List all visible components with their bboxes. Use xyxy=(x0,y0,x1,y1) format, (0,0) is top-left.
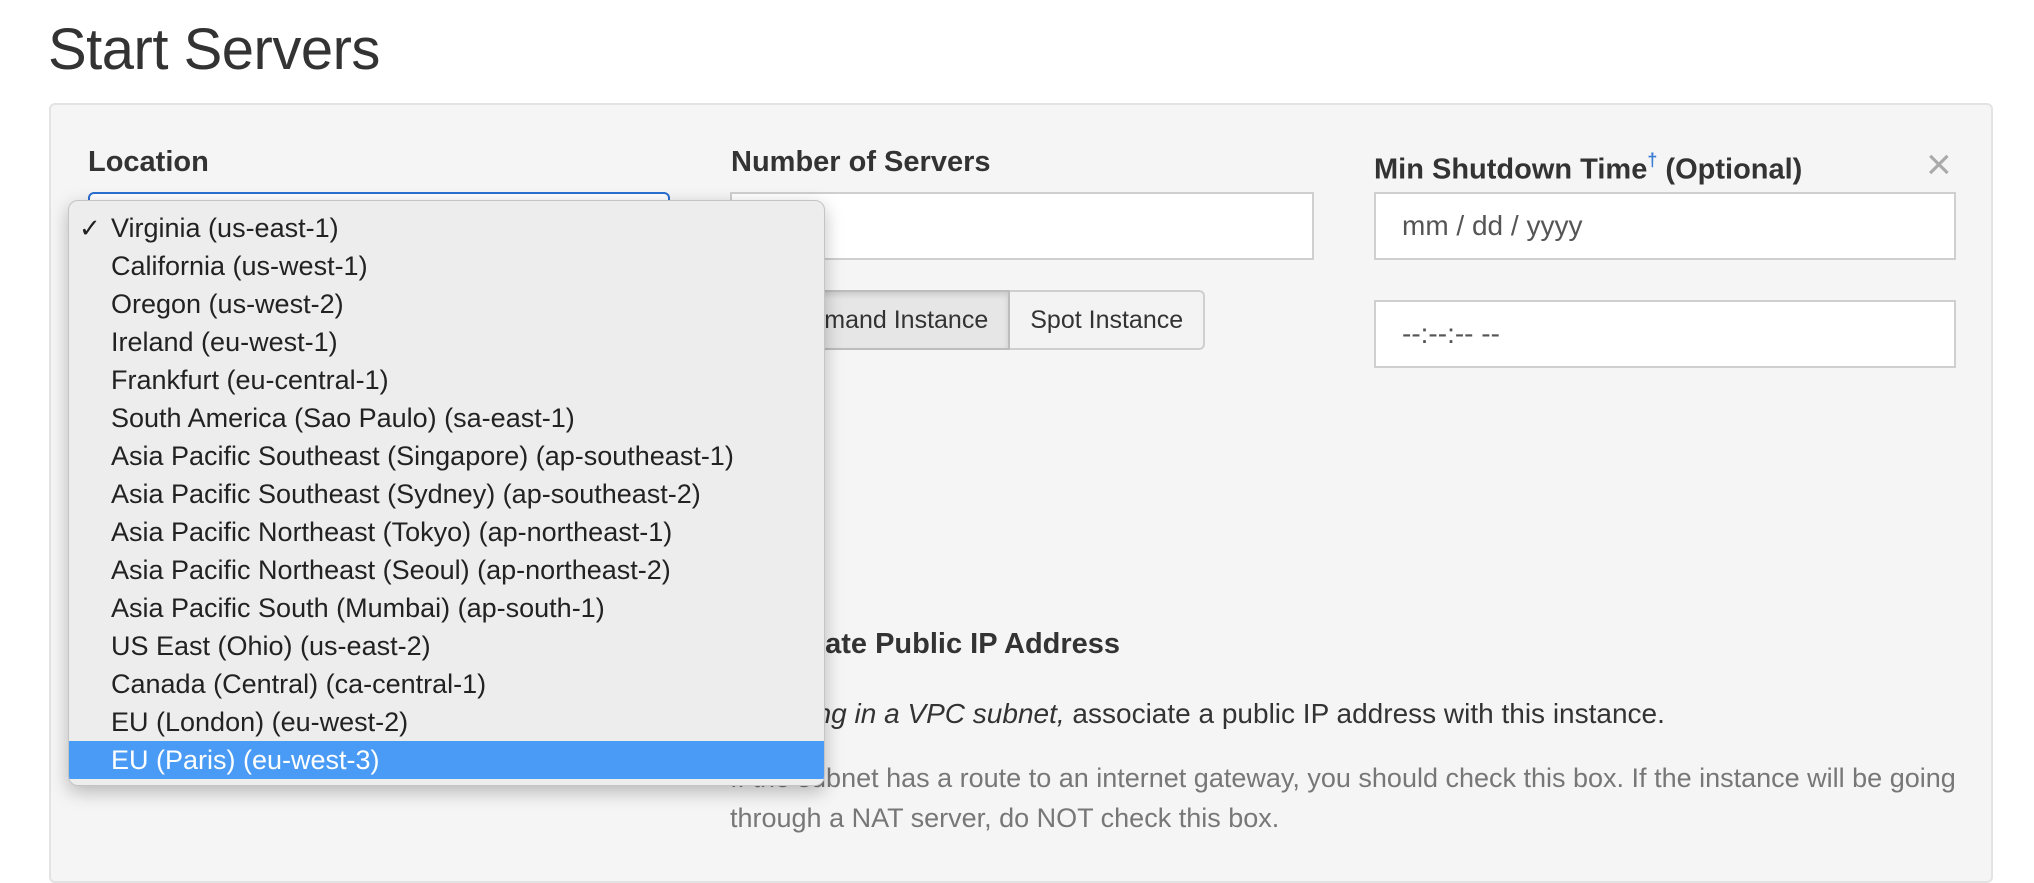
dagger-footnote-link[interactable]: † xyxy=(1647,150,1657,170)
shutdown-date-input[interactable]: mm / dd / yyyy xyxy=(1374,192,1956,260)
location-option[interactable]: Canada (Central) (ca-central-1) xyxy=(69,665,824,703)
location-option[interactable]: Ireland (eu-west-1) xyxy=(69,323,824,361)
location-option[interactable]: Asia Pacific Southeast (Sydney) (ap-sout… xyxy=(69,475,824,513)
location-dropdown-menu[interactable]: ✓ Virginia (us-east-1) California (us-wes… xyxy=(68,200,825,786)
location-option[interactable]: Asia Pacific Northeast (Seoul) (ap-north… xyxy=(69,551,824,589)
location-label: Location xyxy=(88,146,209,178)
number-of-servers-label: Number of Servers xyxy=(731,146,991,178)
optional-text: (Optional) xyxy=(1665,153,1803,186)
page-title: Start Servers xyxy=(48,17,380,82)
location-option-highlighted[interactable]: EU (Paris) (eu-west-3) xyxy=(69,741,824,779)
location-option[interactable]: Asia Pacific Southeast (Singapore) (ap-s… xyxy=(69,437,824,475)
location-option[interactable]: California (us-west-1) xyxy=(69,247,824,285)
shutdown-time-input[interactable]: --:--:-- -- xyxy=(1374,300,1956,368)
min-shutdown-time-label: Min Shutdown Time† (Optional) xyxy=(1374,144,1802,188)
location-option[interactable]: ✓ Virginia (us-east-1) xyxy=(69,209,824,247)
spot-instance-button[interactable]: Spot Instance xyxy=(1010,290,1206,350)
location-option[interactable]: South America (Sao Paulo) (sa-east-1) xyxy=(69,399,824,437)
checkmark-icon: ✓ xyxy=(79,213,101,243)
location-option[interactable]: Asia Pacific Northeast (Tokyo) (ap-north… xyxy=(69,513,824,551)
close-icon[interactable]: × xyxy=(1926,143,1952,187)
public-ip-help-text: If the subnet has a route to an internet… xyxy=(730,763,1956,833)
public-ip-description-rest: associate a public IP address with this … xyxy=(1064,698,1665,729)
location-option[interactable]: US East (Ohio) (us-east-2) xyxy=(69,627,824,665)
public-ip-description: If running in a VPC subnet, associate a … xyxy=(730,698,1665,730)
location-option[interactable]: Oregon (us-west-2) xyxy=(69,285,824,323)
location-option[interactable]: Asia Pacific South (Mumbai) (ap-south-1) xyxy=(69,589,824,627)
location-option[interactable]: EU (London) (eu-west-2) xyxy=(69,703,824,741)
min-shutdown-time-text: Min Shutdown Time xyxy=(1374,153,1648,186)
location-option[interactable]: Frankfurt (eu-central-1) xyxy=(69,361,824,399)
